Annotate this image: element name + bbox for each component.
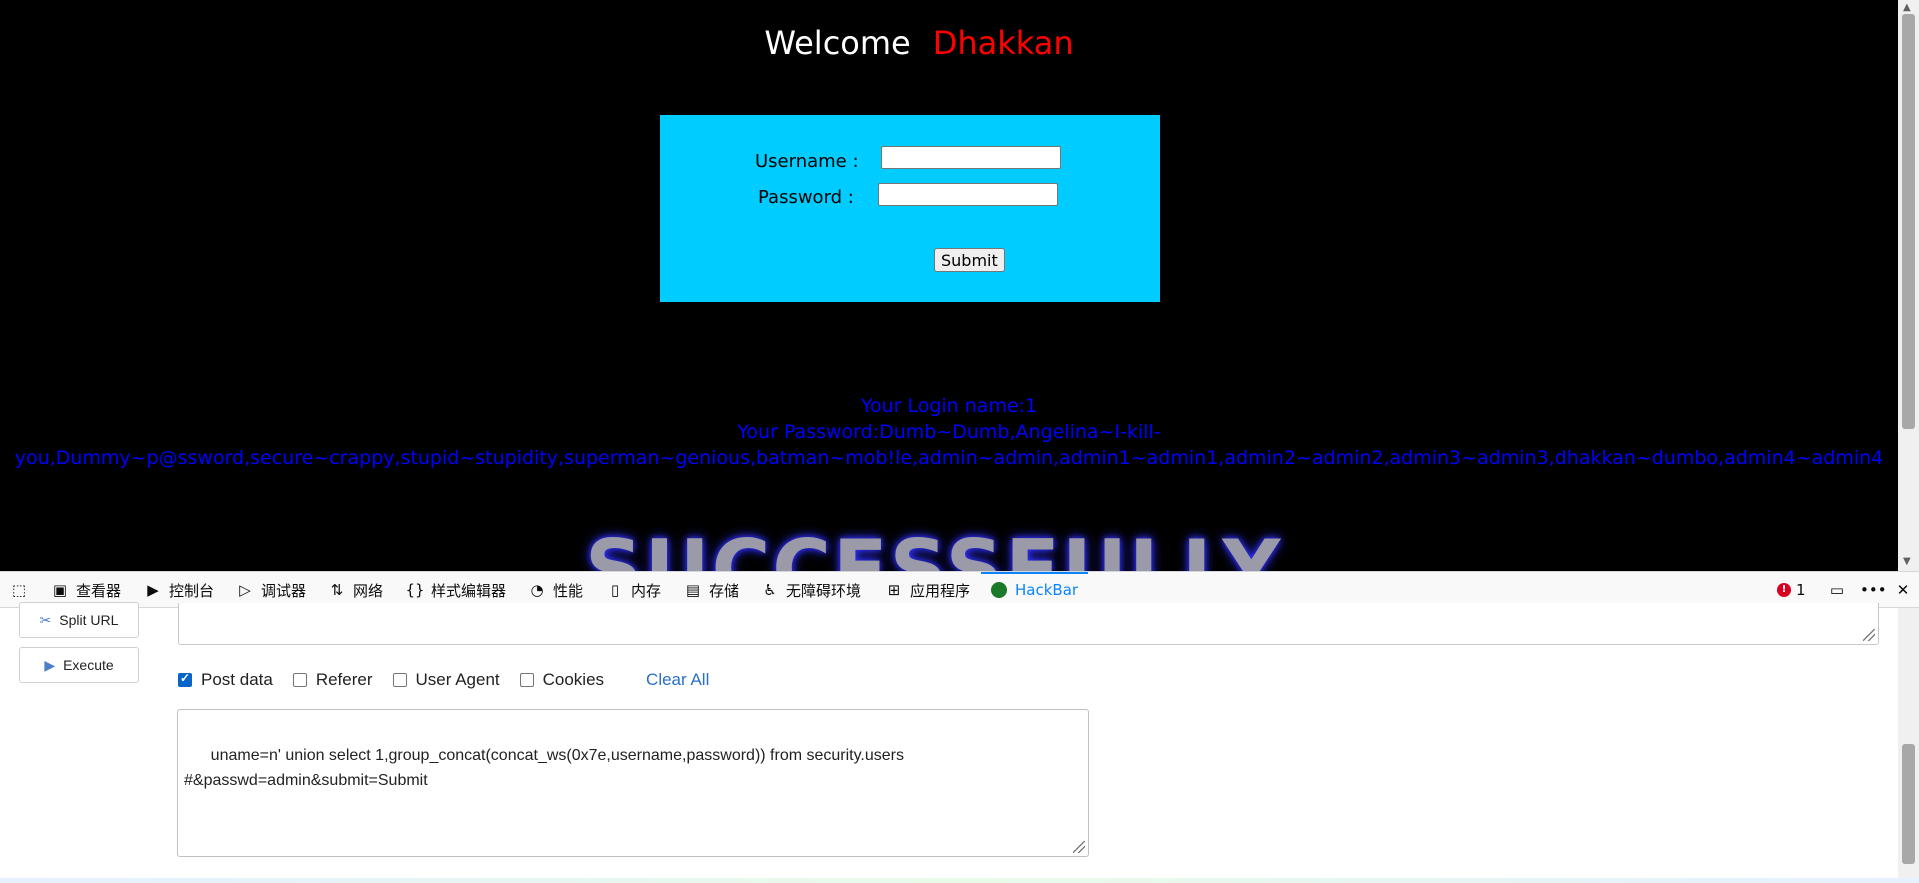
close-icon: ✕ [1896, 581, 1910, 599]
password-line-1: Your Password:Dumb~Dumb,Angelina~I-kill- [737, 421, 1161, 443]
inspector-icon: ▣ [52, 581, 68, 599]
accessibility-icon: ♿ [763, 581, 777, 599]
scissors-icon: ✂ [39, 611, 52, 628]
web-page: Welcome Dhakkan Username : Password : Sub… [0, 0, 1898, 571]
debugger-icon: ▷ [239, 581, 251, 599]
picker-icon: ⬚ [11, 581, 27, 599]
performance-icon: ◔ [530, 581, 544, 599]
execute-label: Execute [63, 657, 114, 673]
referer-option[interactable]: Referer [292, 670, 373, 690]
password-line-2: you,Dummy~p@ssword,secure~crappy,stupid~… [14, 447, 1884, 469]
tab-label: 查看器 [76, 581, 122, 600]
password-label: Password : [758, 187, 854, 208]
url-textarea[interactable] [178, 603, 1879, 645]
split-url-button[interactable]: ✂ Split URL [19, 602, 139, 638]
clear-all-link[interactable]: Clear All [646, 670, 709, 690]
execute-button[interactable]: ▶ Execute [19, 647, 139, 683]
split-url-label: Split URL [59, 612, 119, 628]
tab-label: 无障碍环境 [786, 581, 862, 600]
tab-label: 网络 [353, 581, 384, 600]
devtools-scrollbar-thumb[interactable] [1902, 744, 1915, 864]
play-icon: ▶ [44, 656, 56, 673]
devtools-panel: ⬚ ▣ 查看器 ▶ 控制台 ▷ 调试器 ⇅ 网络 {} 样式编辑器 ◔ 性能 ▯ 内存 ▤ 存储… [0, 571, 1919, 883]
tab-label: 样式编辑器 [431, 581, 507, 600]
tab-label: 性能 [553, 581, 584, 600]
tab-label: HackBar [1015, 581, 1079, 599]
memory-icon: ▯ [610, 581, 620, 599]
cookies-option[interactable]: Cookies [519, 670, 605, 690]
hackbar-icon [991, 582, 1007, 598]
username-label: Username : [755, 151, 859, 172]
request-options: Post data Referer User Agent Cookies Cle… [178, 668, 709, 692]
tab-label: 存储 [709, 581, 740, 600]
post-data-value: uname=n' union select 1,group_concat(con… [184, 747, 904, 789]
scroll-up-icon[interactable]: ▲ [1903, 2, 1911, 13]
storage-icon: ▤ [685, 581, 701, 599]
page-scrollbar-thumb[interactable] [1902, 14, 1915, 429]
post-data-textarea[interactable]: uname=n' union select 1,group_concat(con… [177, 709, 1089, 857]
more-icon: ••• [1860, 581, 1887, 599]
tab-label: 内存 [631, 581, 662, 600]
error-count: 1 [1796, 581, 1806, 599]
user-agent-label: User Agent [415, 670, 500, 689]
login-name-line: Your Login name:1 [860, 395, 1038, 417]
page-scrollbar[interactable]: ▲ ▼ [1898, 0, 1919, 571]
referer-label: Referer [315, 670, 373, 689]
close-devtools-button[interactable]: ✕ [1893, 572, 1919, 608]
post-data-option[interactable]: Post data [178, 670, 273, 690]
dock-icon: ▭ [1829, 581, 1845, 599]
scroll-down-icon[interactable]: ▼ [1903, 556, 1911, 567]
application-icon: ⊞ [887, 581, 901, 599]
tab-label: 调试器 [261, 581, 307, 600]
login-form: Username : Password : Submit [660, 115, 1160, 302]
welcome-username: Dhakkan [932, 24, 1074, 62]
tab-label: 应用程序 [910, 581, 971, 600]
devtools-scrollbar[interactable] [1898, 608, 1919, 883]
password-input[interactable] [878, 183, 1058, 206]
referer-checkbox[interactable] [292, 673, 307, 687]
network-icon: ⇅ [330, 581, 344, 599]
window-bottom-edge [0, 878, 1919, 883]
tab-label: 控制台 [169, 581, 215, 600]
user-agent-option[interactable]: User Agent [392, 670, 500, 690]
style-editor-icon: {} [405, 581, 425, 599]
hackbar-body: ✂ Split URL ▶ Execute Post data Referer Us… [0, 602, 1898, 883]
resize-handle-icon[interactable] [1863, 629, 1875, 641]
welcome-text: Welcome [764, 24, 911, 62]
username-input[interactable] [881, 146, 1061, 169]
error-icon: ! [1777, 583, 1791, 597]
resize-handle-icon[interactable] [1073, 841, 1085, 853]
post-data-label: Post data [201, 670, 273, 689]
post-data-checkbox[interactable] [178, 671, 192, 687]
success-banner-image: SUCCESSFULLY [585, 523, 1283, 572]
console-icon: ▶ [147, 581, 159, 599]
welcome-heading: Welcome Dhakkan [0, 24, 1838, 62]
query-result: Your Login name:1 Your Password:Dumb~Dum… [10, 393, 1888, 471]
submit-button[interactable]: Submit [934, 248, 1005, 272]
cookies-label: Cookies [542, 670, 605, 689]
user-agent-checkbox[interactable] [392, 673, 407, 687]
cookies-checkbox[interactable] [519, 673, 534, 687]
